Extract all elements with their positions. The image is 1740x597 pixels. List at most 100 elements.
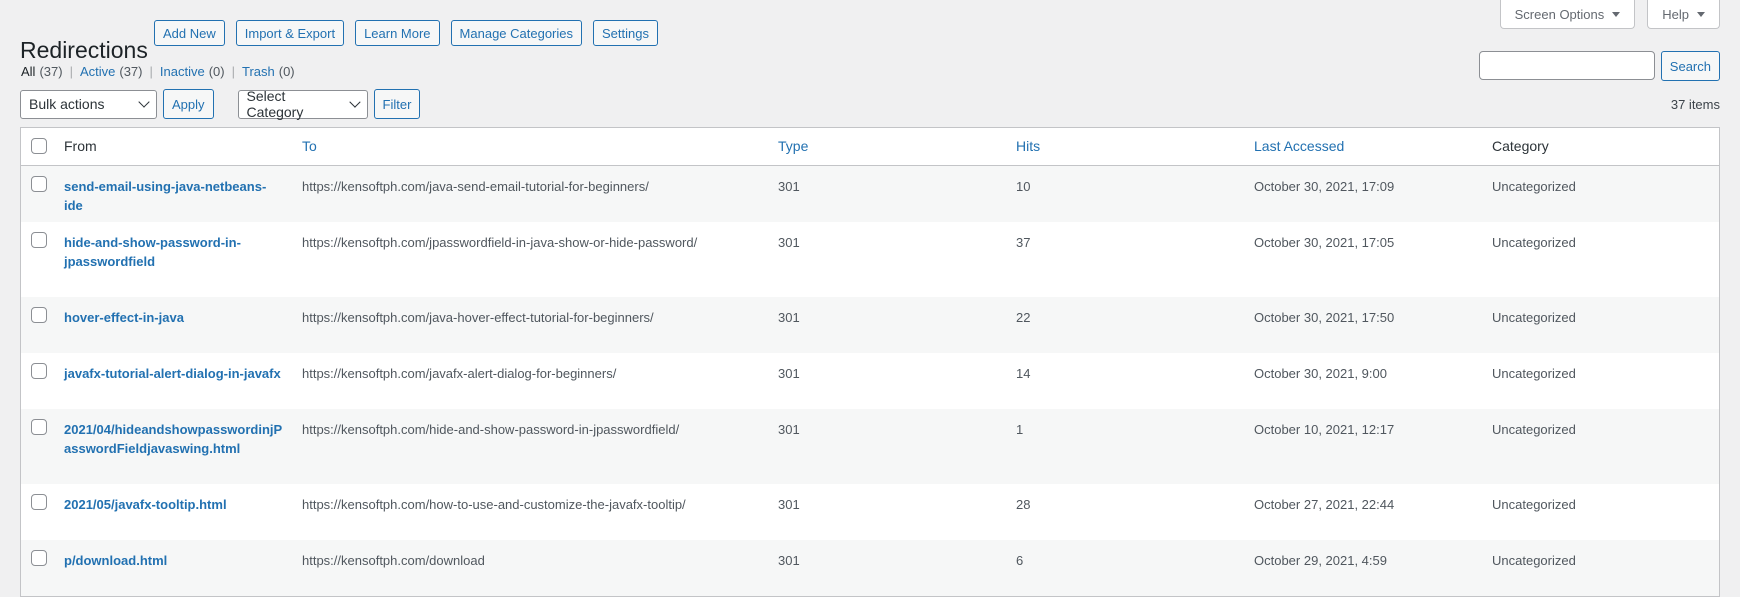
- page-title: Redirections: [20, 37, 148, 64]
- add-new-button[interactable]: Add New: [154, 20, 225, 46]
- row-checkbox[interactable]: [31, 232, 47, 248]
- filter-all[interactable]: All (37): [21, 64, 63, 79]
- bulk-actions-value: Bulk actions: [29, 96, 105, 112]
- row-checkbox[interactable]: [31, 307, 47, 323]
- import-export-button[interactable]: Import & Export: [235, 20, 345, 46]
- search-button[interactable]: Search: [1660, 51, 1720, 81]
- redirect-type: 301: [778, 422, 800, 437]
- category-select[interactable]: Select Category: [237, 88, 368, 120]
- column-last-accessed[interactable]: Last Accessed: [1254, 137, 1344, 156]
- caret-down-icon: [1612, 11, 1621, 17]
- chevron-down-icon: [138, 96, 150, 108]
- redirect-source-link[interactable]: 2021/05/javafx-tooltip.html: [64, 495, 284, 514]
- bulk-actions-select[interactable]: Bulk actions: [20, 89, 157, 119]
- table-row: hide-and-show-password-in-jpasswordfield…: [21, 222, 1719, 297]
- search-input[interactable]: [1478, 51, 1655, 80]
- redirects-table: From To Type Hits Last Accessed Category…: [20, 127, 1720, 597]
- redirect-last-accessed: October 30, 2021, 17:09: [1254, 179, 1395, 194]
- help-label: Help: [1662, 6, 1689, 22]
- manage-categories-button[interactable]: Manage Categories: [450, 20, 583, 46]
- column-hits[interactable]: Hits: [1016, 137, 1040, 156]
- redirect-last-accessed: October 29, 2021, 4:59: [1254, 553, 1387, 568]
- status-filter-links: All (37) | Active (37) | Inactive (0) | Tra…: [21, 64, 295, 79]
- learn-more-button[interactable]: Learn More: [355, 20, 440, 46]
- redirect-hits: 1: [1016, 422, 1024, 437]
- redirect-last-accessed: October 30, 2021, 17:50: [1254, 310, 1395, 325]
- redirect-last-accessed: October 30, 2021, 17:05: [1254, 235, 1395, 250]
- redirect-type: 301: [778, 366, 800, 381]
- row-checkbox[interactable]: [31, 550, 47, 566]
- items-count: 37 items: [1670, 97, 1720, 112]
- settings-button[interactable]: Settings: [593, 20, 658, 46]
- apply-button[interactable]: Apply: [163, 89, 214, 119]
- filter-trash-count: (0): [278, 64, 295, 79]
- row-checkbox[interactable]: [31, 363, 47, 379]
- redirect-last-accessed: October 30, 2021, 9:00: [1254, 366, 1387, 381]
- help-toggle[interactable]: Help: [1647, 0, 1720, 29]
- caret-down-icon: [1697, 11, 1705, 17]
- screen-meta-links: Screen Options Help: [1499, 0, 1720, 29]
- redirect-type: 301: [778, 235, 800, 250]
- redirect-category: Uncategorized: [1492, 553, 1576, 568]
- table-row: javafx-tutorial-alert-dialog-in-javafx h…: [21, 353, 1719, 409]
- column-type[interactable]: Type: [778, 137, 808, 156]
- redirect-type: 301: [778, 310, 800, 325]
- redirect-category: Uncategorized: [1492, 310, 1576, 325]
- filter-trash[interactable]: Trash (0): [242, 64, 295, 79]
- redirect-target: https://kensoftph.com/jpasswordfield-in-…: [302, 235, 698, 250]
- filter-active-count: (37): [119, 64, 143, 79]
- redirect-hits: 10: [1016, 179, 1031, 194]
- screen-options-toggle[interactable]: Screen Options: [1499, 0, 1636, 29]
- redirect-hits: 6: [1016, 553, 1024, 568]
- redirect-category: Uncategorized: [1492, 366, 1576, 381]
- filter-trash-label: Trash: [241, 64, 275, 79]
- filter-active-label: Active: [79, 64, 116, 79]
- filter-active[interactable]: Active (37): [80, 64, 143, 79]
- redirect-target: https://kensoftph.com/javafx-alert-dialo…: [302, 366, 617, 381]
- column-to[interactable]: To: [302, 137, 317, 156]
- redirect-target: https://kensoftph.com/java-send-email-tu…: [302, 179, 649, 194]
- redirect-source-link[interactable]: send-email-using-java-netbeans-ide: [64, 177, 284, 215]
- redirect-source-link[interactable]: 2021/04/hideandshowpasswordinjPasswordFi…: [64, 420, 284, 458]
- redirect-source-link[interactable]: javafx-tutorial-alert-dialog-in-javafx: [64, 364, 284, 383]
- redirect-target: https://kensoftph.com/how-to-use-and-cus…: [302, 497, 686, 512]
- table-header: From To Type Hits Last Accessed Category: [21, 128, 1719, 166]
- column-from: From: [64, 138, 97, 154]
- category-select-value: Select Category: [246, 88, 304, 120]
- redirect-source-link[interactable]: hover-effect-in-java: [64, 308, 284, 327]
- redirect-target: https://kensoftph.com/java-hover-effect-…: [302, 310, 654, 325]
- redirect-type: 301: [778, 179, 800, 194]
- redirect-last-accessed: October 10, 2021, 12:17: [1254, 422, 1395, 437]
- page-title-actions: Add New Import & Export Learn More Manag…: [154, 20, 658, 46]
- screen-options-label: Screen Options: [1514, 6, 1605, 22]
- filter-all-count: (37): [39, 64, 63, 79]
- filter-inactive[interactable]: Inactive (0): [160, 64, 225, 79]
- filter-all-label: All: [21, 64, 36, 79]
- filter-inactive-count: (0): [208, 64, 225, 79]
- column-category: Category: [1492, 138, 1549, 154]
- redirect-target: https://kensoftph.com/download: [302, 553, 485, 568]
- redirect-type: 301: [778, 553, 800, 568]
- row-checkbox[interactable]: [31, 419, 47, 435]
- redirect-source-link[interactable]: p/download.html: [64, 551, 284, 570]
- redirect-source-link[interactable]: hide-and-show-password-in-jpasswordfield: [64, 233, 244, 271]
- redirect-target: https://kensoftph.com/hide-and-show-pass…: [302, 422, 680, 437]
- row-checkbox[interactable]: [31, 494, 47, 510]
- separator: |: [69, 64, 73, 79]
- tablenav-top: Bulk actions Apply Select Category Filte…: [20, 88, 421, 120]
- redirect-last-accessed: October 27, 2021, 22:44: [1254, 497, 1395, 512]
- row-checkbox[interactable]: [31, 176, 47, 192]
- table-row: hover-effect-in-java https://kensoftph.c…: [21, 297, 1719, 353]
- redirect-hits: 22: [1016, 310, 1031, 325]
- chevron-down-icon: [349, 96, 361, 108]
- redirect-type: 301: [778, 497, 800, 512]
- select-all-checkbox[interactable]: [31, 138, 47, 154]
- separator: |: [149, 64, 153, 79]
- redirect-category: Uncategorized: [1492, 422, 1576, 437]
- table-row: send-email-using-java-netbeans-ide https…: [21, 166, 1719, 222]
- filter-inactive-label: Inactive: [159, 64, 205, 79]
- separator: |: [231, 64, 235, 79]
- redirect-hits: 14: [1016, 366, 1031, 381]
- redirect-category: Uncategorized: [1492, 497, 1576, 512]
- filter-button[interactable]: Filter: [373, 89, 421, 119]
